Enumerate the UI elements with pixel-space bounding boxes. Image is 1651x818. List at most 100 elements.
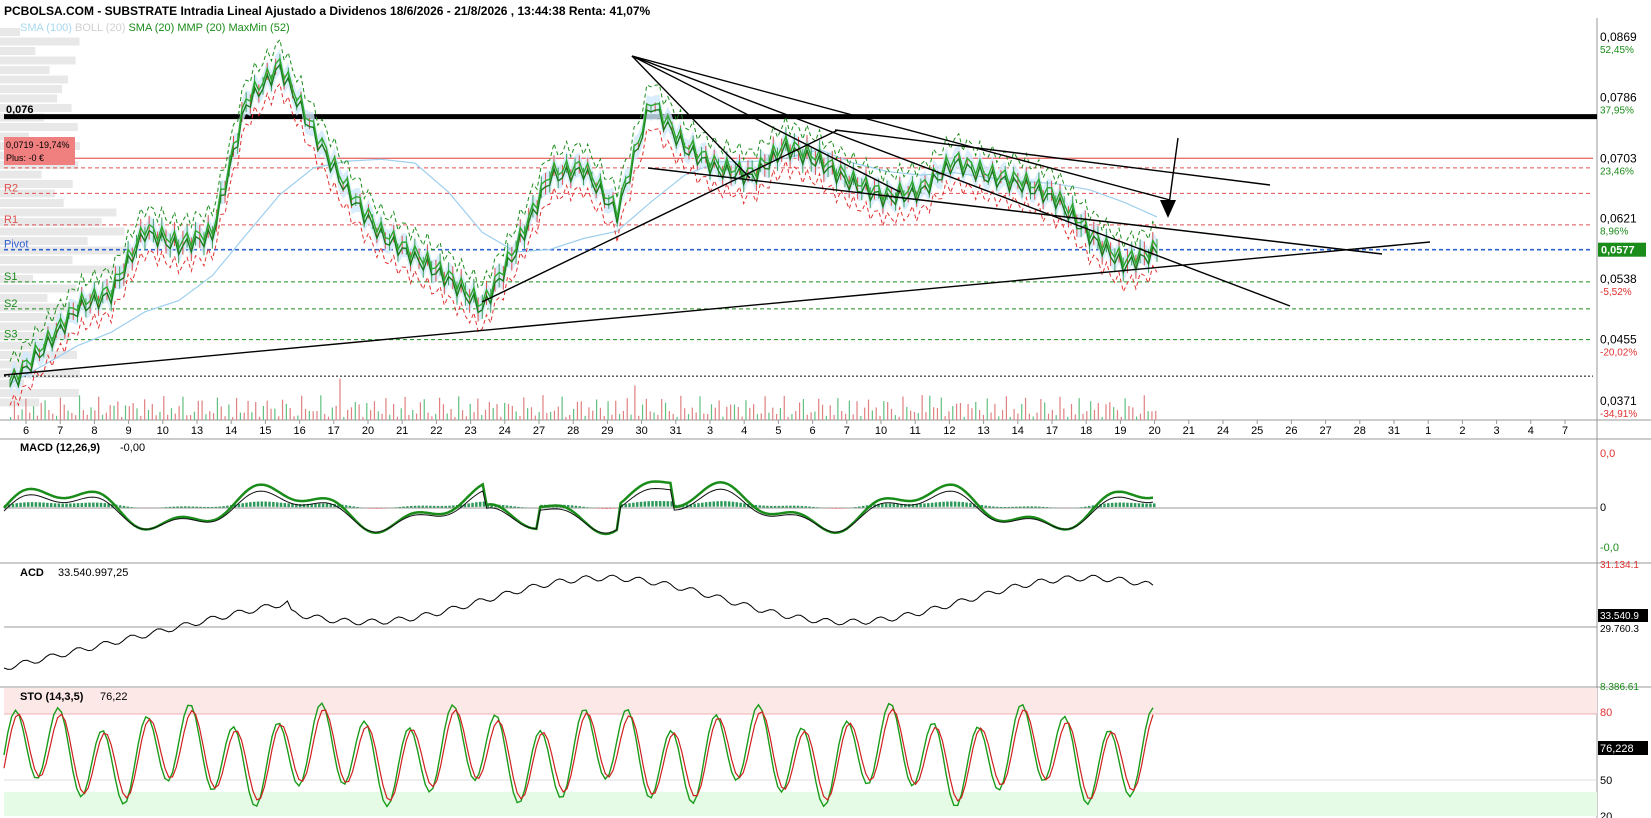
volume-bar [691, 407, 693, 420]
volume-bar [442, 404, 444, 420]
volume-bar [36, 415, 39, 420]
volume-bar [687, 414, 690, 420]
volume-bar [638, 415, 640, 420]
volume-bar [121, 416, 123, 420]
volume-bar [316, 410, 318, 420]
volume-bar [844, 413, 847, 420]
macd-histogram-bar [957, 501, 961, 507]
macd-histogram-bar [103, 503, 107, 508]
macd-histogram-bar [130, 507, 133, 508]
macd-histogram-bar [413, 505, 417, 508]
volume-bar [860, 416, 862, 420]
percent-axis-label: -20,02% [1600, 348, 1637, 359]
macd-histogram-bar [796, 505, 800, 508]
macd-histogram-bar [517, 506, 520, 508]
macd-histogram-bar [214, 506, 218, 508]
volume-bar [48, 410, 50, 420]
macd-histogram-bar [628, 503, 631, 508]
macd-histogram-bar [509, 505, 513, 508]
volume-bar [232, 416, 234, 420]
x-tick-label: 8 [91, 425, 97, 437]
volume-bar [753, 404, 755, 420]
volume-bar [821, 404, 824, 420]
x-tick-label: 7 [844, 425, 850, 437]
volume-bar [1032, 416, 1034, 420]
macd-histogram-bar [348, 505, 352, 508]
macd-histogram-bar [57, 503, 61, 508]
level-076-label: 0,076 [6, 104, 34, 116]
macd-histogram-bar [888, 503, 892, 508]
volume-bar [818, 398, 820, 420]
volume-bar [339, 378, 341, 420]
sto-oversold-zone [4, 792, 1597, 816]
percent-axis-label: 23,46% [1600, 166, 1634, 177]
macd-histogram-bar [1137, 503, 1141, 508]
macd-histogram-bar [1107, 503, 1110, 508]
volume-bar [550, 411, 552, 420]
volume-bar [1067, 416, 1069, 420]
volume-bar [1136, 416, 1138, 420]
x-tick-label: 13 [191, 425, 203, 437]
acd-title: ACD [20, 567, 44, 579]
volume-bar [450, 408, 452, 420]
volume-bar [599, 407, 602, 420]
macd-histogram-bar [969, 503, 972, 508]
volume-bar [1021, 404, 1023, 420]
volume-bar [883, 401, 885, 420]
macd-histogram-bar [206, 506, 210, 508]
macd-histogram-bar [815, 507, 819, 508]
macd-histogram-bar [417, 505, 421, 508]
volume-bar [105, 412, 107, 420]
volume-bar [13, 400, 16, 420]
macd-histogram-bar [210, 506, 214, 508]
volume-bar [806, 414, 808, 420]
volume-bar [90, 407, 92, 420]
macd-histogram-bar [792, 505, 796, 508]
x-tick-label: 3 [1494, 425, 1500, 437]
volume-bar [312, 411, 314, 420]
volume-bar [228, 404, 230, 420]
volume-bar [998, 416, 1000, 420]
volume-bar [186, 415, 188, 420]
macd-histogram-bar [1110, 502, 1114, 507]
volume-bar [515, 411, 517, 420]
volume-bar [978, 409, 981, 420]
sto-value: 76,22 [100, 691, 128, 703]
x-tick-label: 3 [707, 425, 713, 437]
volume-bar [986, 398, 988, 420]
pivot-label: Pivot [4, 239, 28, 251]
macd-histogram-bar [191, 506, 195, 508]
x-tick-label: 29 [601, 425, 613, 437]
volume-bar [618, 414, 621, 420]
volume-bar [358, 404, 360, 420]
macd-histogram-bar [49, 503, 53, 508]
macd-histogram-bar [731, 501, 735, 507]
macd-histogram-bar [344, 505, 348, 508]
x-tick-label: 14 [1012, 425, 1024, 437]
volume-profile-bar [0, 227, 125, 236]
volume-bar [301, 395, 303, 420]
acd-panel [3, 574, 1597, 670]
macd-histogram-bar [195, 506, 198, 508]
x-tick-label: 17 [328, 425, 340, 437]
volume-bar [887, 402, 889, 420]
macd-histogram-bar [651, 501, 654, 507]
volume-bar [350, 407, 353, 420]
sto-k-line [3, 702, 1154, 808]
volume-bar [641, 404, 644, 420]
volume-profile-bar [0, 47, 36, 55]
volume-bar [427, 412, 429, 420]
volume-bar [155, 415, 157, 420]
volume-bar [565, 416, 567, 420]
volume-bar [595, 399, 598, 420]
macd-histogram-bar [582, 506, 585, 508]
macd-histogram-bar [777, 505, 781, 508]
chart-title: PCBOLSA.COM - SUBSTRATE Intradia Lineal … [4, 4, 651, 18]
volume-bar [530, 407, 533, 420]
volume-bar [477, 398, 479, 420]
x-tick-label: 13 [977, 425, 989, 437]
volume-bar [879, 415, 881, 420]
volume-bar [255, 401, 257, 420]
macd-histogram-bar [961, 502, 964, 507]
volume-bar [1132, 407, 1134, 420]
